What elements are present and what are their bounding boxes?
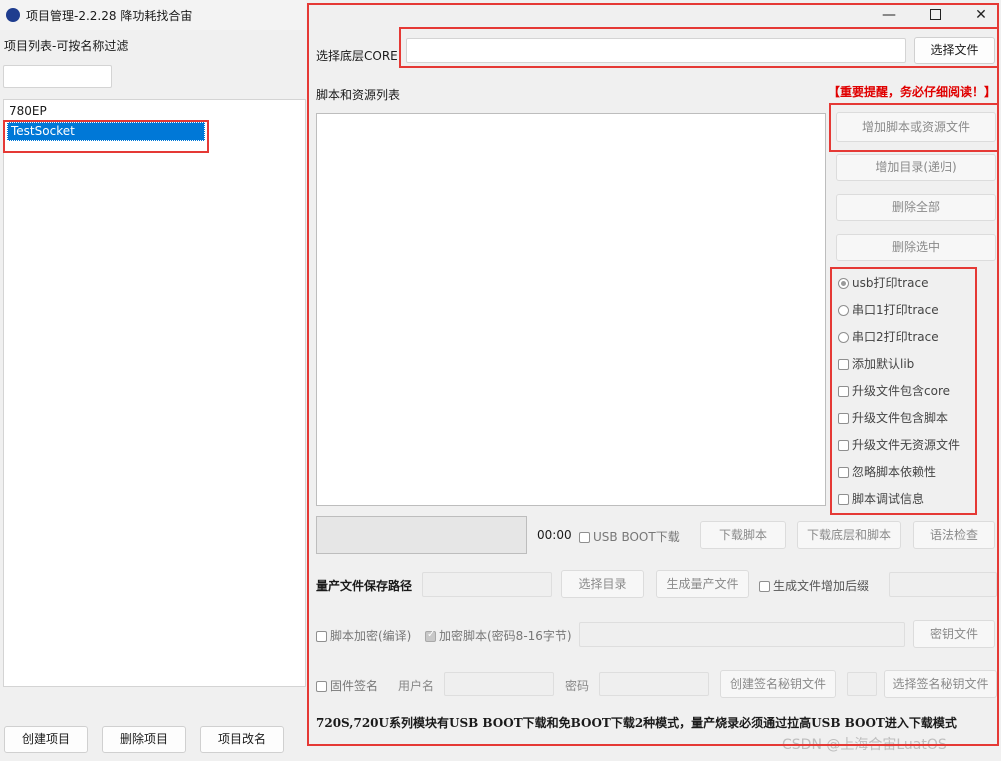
highlight-box-panel: [307, 3, 999, 746]
luatos-logo-icon: [6, 8, 20, 22]
project-list[interactable]: 780EP TestSocket: [3, 99, 306, 687]
list-item-label: 780EP: [9, 104, 47, 118]
sidebar-heading: 项目列表-可按名称过滤: [4, 39, 129, 53]
highlight-box-project: [3, 120, 209, 153]
title-bar: 项目管理-2.2.28 降功耗找合宙: [0, 0, 306, 30]
project-filter-input[interactable]: [3, 65, 112, 88]
create-project-button[interactable]: 创建项目: [4, 726, 88, 753]
rename-project-button[interactable]: 项目改名: [200, 726, 284, 753]
delete-project-button[interactable]: 删除项目: [102, 726, 186, 753]
window-title: 项目管理-2.2.28 降功耗找合宙: [26, 9, 193, 23]
list-item[interactable]: 780EP: [9, 104, 47, 121]
